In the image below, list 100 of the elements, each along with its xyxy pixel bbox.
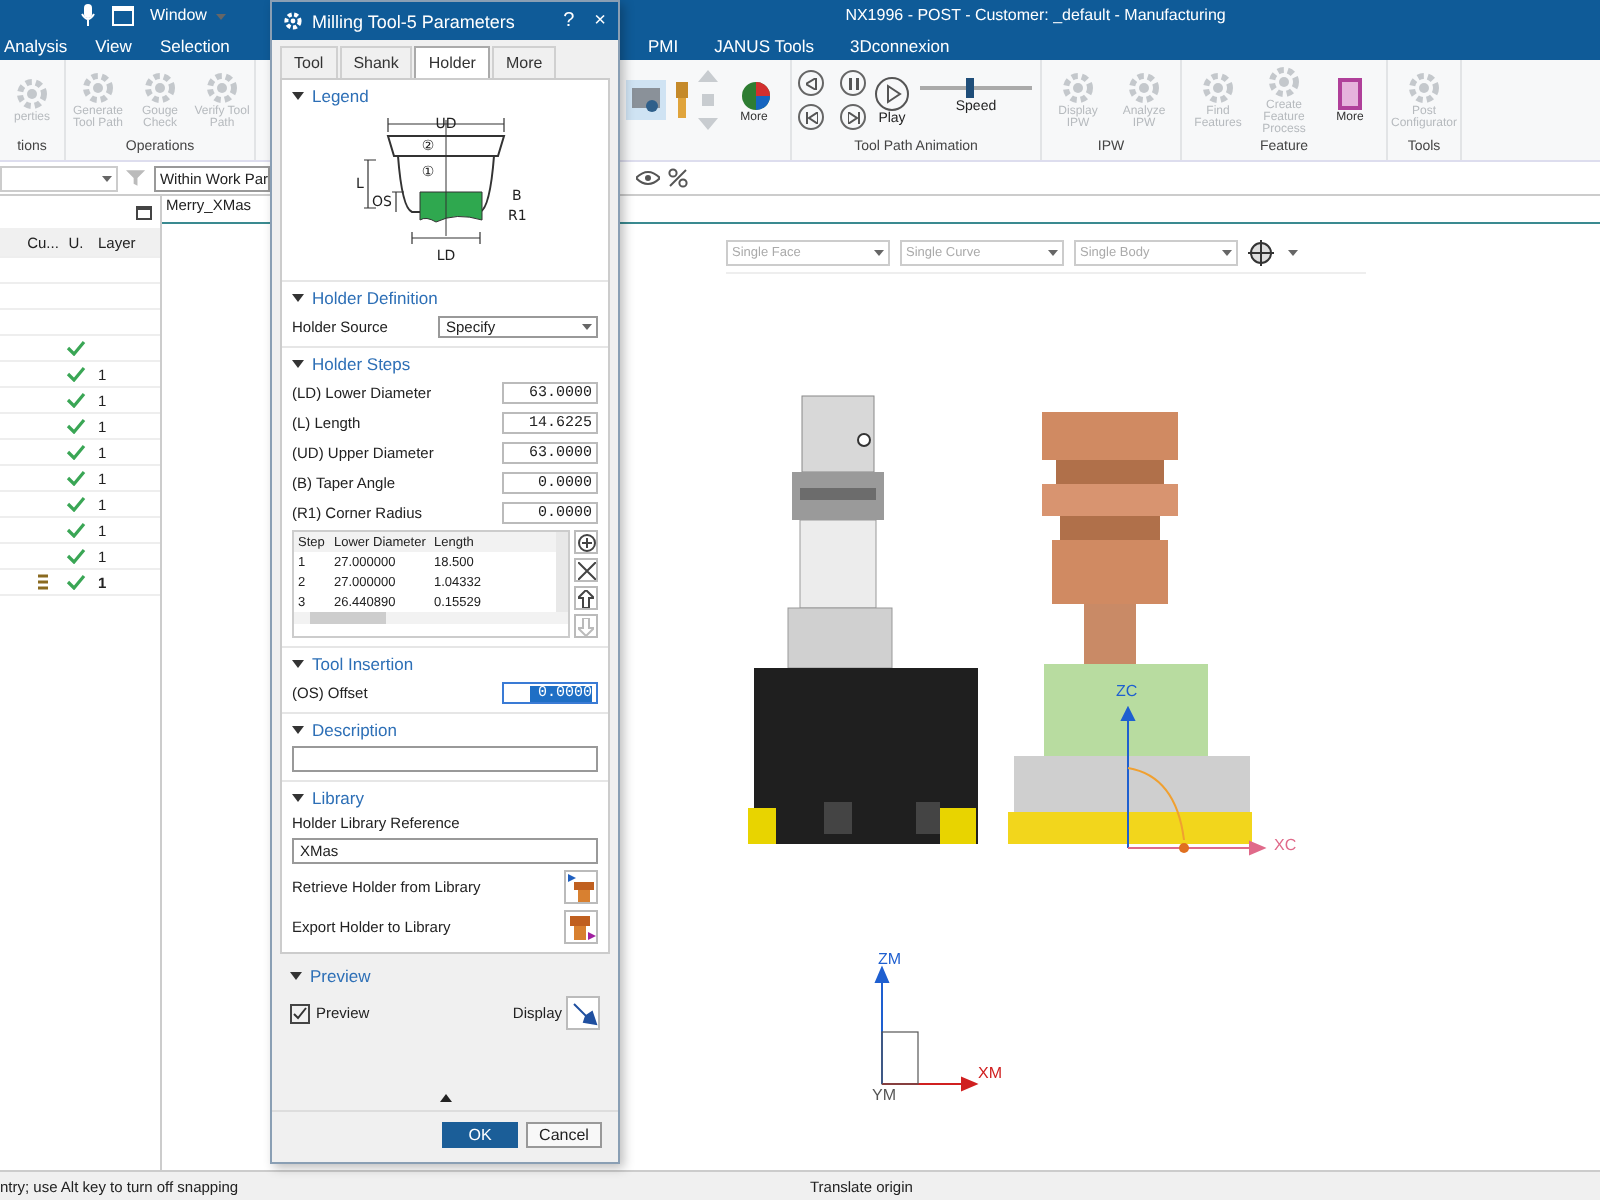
- caret-icon: [102, 175, 113, 181]
- caret-icon: [292, 658, 304, 670]
- caret-icon: [215, 14, 226, 20]
- add-step-button[interactable]: [574, 530, 598, 554]
- display-button[interactable]: [566, 996, 600, 1030]
- caret-icon: [1048, 250, 1058, 256]
- axis-label: YM: [872, 1086, 896, 1104]
- display-icon[interactable]: [626, 80, 666, 120]
- menu-tab[interactable]: PMI: [648, 30, 679, 60]
- section-header[interactable]: Preview: [290, 966, 600, 986]
- close-button[interactable]: ×: [594, 10, 606, 32]
- caret-icon: [292, 724, 304, 736]
- dialog-tab[interactable]: Tool: [280, 46, 338, 78]
- move-up-button[interactable]: [574, 586, 598, 610]
- maximize-icon[interactable]: [136, 205, 152, 219]
- microphone-icon[interactable]: [80, 4, 96, 26]
- window-title: NX1996 - POST - Customer: _default - Manufacturing: [845, 6, 1226, 24]
- eye-icon[interactable]: [636, 170, 660, 186]
- collapse-icon[interactable]: [439, 1094, 451, 1102]
- caret-icon: [582, 323, 592, 329]
- rewind-icon: [805, 77, 817, 89]
- caret-icon: [292, 792, 304, 804]
- menu-tab[interactable]: Analysis: [4, 30, 68, 60]
- step-back-icon: [805, 111, 817, 123]
- check-icon[interactable]: [66, 470, 86, 486]
- description-field[interactable]: [292, 746, 598, 772]
- coordinate-axes-icon: [1124, 708, 1264, 852]
- check-icon[interactable]: [66, 574, 86, 590]
- cancel-button[interactable]: Cancel: [526, 1122, 602, 1148]
- percent-icon[interactable]: [668, 168, 688, 188]
- check-icon[interactable]: [66, 444, 86, 460]
- gear-icon: [14, 75, 50, 112]
- section-header[interactable]: Description: [292, 720, 598, 740]
- section-header[interactable]: Legend: [292, 86, 598, 106]
- caret-icon: [1288, 250, 1298, 256]
- caret-icon: [290, 970, 302, 982]
- dialog-tab[interactable]: More: [491, 46, 557, 78]
- window-icon[interactable]: [112, 5, 134, 25]
- axis-label: ZM: [878, 950, 902, 968]
- dialog-tab[interactable]: Holder: [414, 46, 490, 78]
- section-header[interactable]: Holder Definition: [292, 288, 598, 308]
- axis-label: XC: [1274, 836, 1297, 854]
- gear-icon: [80, 69, 116, 106]
- gear-icon: [1200, 69, 1236, 106]
- retrieve-button[interactable]: [564, 870, 598, 904]
- snap-point-icon[interactable]: [1248, 240, 1274, 266]
- gear-icon: [142, 69, 178, 106]
- check-icon[interactable]: [66, 392, 86, 408]
- section-header[interactable]: Holder Steps: [292, 354, 598, 374]
- menu-tab[interactable]: View: [95, 30, 132, 60]
- gear-icon: [1266, 63, 1302, 100]
- check-icon[interactable]: [66, 548, 86, 564]
- check-icon[interactable]: [66, 366, 86, 382]
- pause-button[interactable]: [840, 70, 866, 96]
- holder-export-icon: [567, 913, 595, 941]
- step-forward-button[interactable]: [840, 104, 866, 130]
- coordinate-axes-icon: [876, 968, 976, 1088]
- check-icon[interactable]: [66, 340, 86, 356]
- caret-icon: [1222, 250, 1232, 256]
- caret-icon: [874, 250, 884, 256]
- gear-icon: [1060, 69, 1096, 106]
- play-icon: [874, 75, 910, 111]
- slider-thumb[interactable]: [966, 78, 975, 98]
- gear-icon: [284, 12, 302, 30]
- check-icon[interactable]: [66, 496, 86, 512]
- checkmark-icon: [292, 1005, 308, 1021]
- caret-icon: [292, 292, 304, 304]
- caret-icon: [292, 90, 304, 102]
- holder-diagram-drawing: [362, 117, 505, 245]
- section-header[interactable]: Tool Insertion: [292, 654, 598, 674]
- menu-tab[interactable]: Selection: [159, 30, 230, 60]
- menu-tab[interactable]: 3Dconnexion: [850, 30, 950, 60]
- delete-step-button[interactable]: [574, 558, 598, 582]
- gear-icon: [1126, 69, 1162, 106]
- plus-icon: [577, 533, 595, 551]
- ok-button[interactable]: OK: [442, 1122, 518, 1148]
- rewind-button[interactable]: [798, 70, 824, 96]
- gear-icon: [204, 69, 240, 106]
- menu-tab[interactable]: JANUS Tools: [714, 30, 815, 60]
- step-forward-icon: [847, 111, 859, 123]
- axis-label: ZC: [1116, 682, 1138, 700]
- dialog-tab[interactable]: Shank: [339, 46, 413, 78]
- arrow-up-icon: [578, 589, 594, 607]
- export-button[interactable]: [564, 910, 598, 944]
- pause-icon: [847, 77, 859, 89]
- end-mill-icon[interactable]: [672, 82, 692, 118]
- axis-label: XM: [978, 1064, 1002, 1082]
- scrollbar-thumb[interactable]: [310, 612, 386, 624]
- dialog-title: Milling Tool-5 Parameters: [312, 11, 517, 31]
- holder-import-icon: [567, 873, 595, 901]
- gear-icon: [1406, 69, 1442, 106]
- close-icon: [577, 561, 595, 579]
- check-icon[interactable]: [66, 418, 86, 434]
- step-back-button[interactable]: [798, 104, 824, 130]
- help-button[interactable]: ?: [563, 10, 575, 32]
- window-menu[interactable]: Window: [150, 6, 230, 24]
- check-icon[interactable]: [66, 522, 86, 538]
- vertical-scrollbar[interactable]: [556, 532, 568, 612]
- caret-icon: [292, 358, 304, 370]
- section-header[interactable]: Library: [292, 788, 598, 808]
